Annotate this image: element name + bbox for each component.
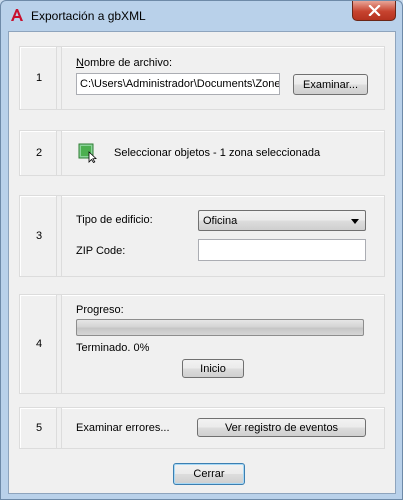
building-type-select[interactable]: Oficina	[198, 210, 366, 231]
section-divider	[56, 47, 62, 109]
title-bar[interactable]: Exportación a gbXML	[1, 1, 402, 30]
browse-button-label: Examinar...	[302, 78, 359, 91]
zip-code-label: ZIP Code:	[76, 245, 126, 257]
close-icon	[368, 5, 381, 16]
section-building: 3 Tipo de edificio: Oficina ZIP Code:	[19, 195, 385, 277]
select-objects-status: Seleccionar objetos - 1 zona seleccionad…	[114, 147, 321, 159]
zip-code-input[interactable]	[198, 239, 366, 261]
chevron-down-icon	[351, 219, 359, 224]
start-button[interactable]: Inicio	[182, 359, 244, 378]
close-button-label: Cerrar	[193, 468, 225, 480]
close-button[interactable]: Cerrar	[173, 463, 245, 485]
close-window-button[interactable]	[352, 1, 396, 21]
progress-label: Progreso:	[76, 304, 124, 316]
section-select-objects: 2 Seleccionar objetos - 1 zona seleccion…	[19, 130, 385, 176]
file-name-input[interactable]: C:\Users\Administrador\Documents\Zones.x…	[76, 73, 280, 95]
step-number: 2	[35, 147, 43, 159]
view-event-log-label: Ver registro de eventos	[224, 421, 339, 434]
section-divider	[56, 131, 62, 175]
section-progress: 4 Progreso: Terminado. 0% Inicio	[19, 294, 385, 394]
section-divider	[56, 408, 62, 448]
section-divider	[56, 295, 62, 393]
section-errors: 5 Examinar errores... Ver registro de ev…	[19, 407, 385, 449]
progress-status: Terminado. 0%	[76, 342, 150, 354]
step-number: 5	[35, 422, 43, 434]
step-number: 4	[35, 338, 43, 350]
autocad-a-icon	[10, 8, 24, 22]
step-number: 3	[35, 230, 43, 242]
section-divider	[56, 196, 62, 276]
browse-button[interactable]: Examinar...	[293, 74, 368, 95]
dialog-body: 1 Nombre de archivo: C:\Users\Administra…	[8, 31, 396, 494]
section-file-name: 1 Nombre de archivo: C:\Users\Administra…	[19, 46, 385, 110]
export-gbxml-window: Exportación a gbXML 1 Nombre de archivo:…	[0, 0, 403, 500]
building-type-label: Tipo de edificio:	[76, 214, 153, 226]
examine-errors-label: Examinar errores...	[76, 422, 170, 434]
file-name-label: Nombre de archivo:	[76, 57, 172, 69]
window-title: Exportación a gbXML	[31, 9, 146, 23]
building-type-value: Oficina	[203, 215, 238, 227]
start-button-label: Inicio	[200, 362, 226, 375]
step-number: 1	[35, 72, 43, 84]
progress-bar	[76, 319, 364, 336]
view-event-log-button[interactable]: Ver registro de eventos	[197, 418, 366, 437]
select-objects-icon[interactable]	[78, 143, 98, 164]
